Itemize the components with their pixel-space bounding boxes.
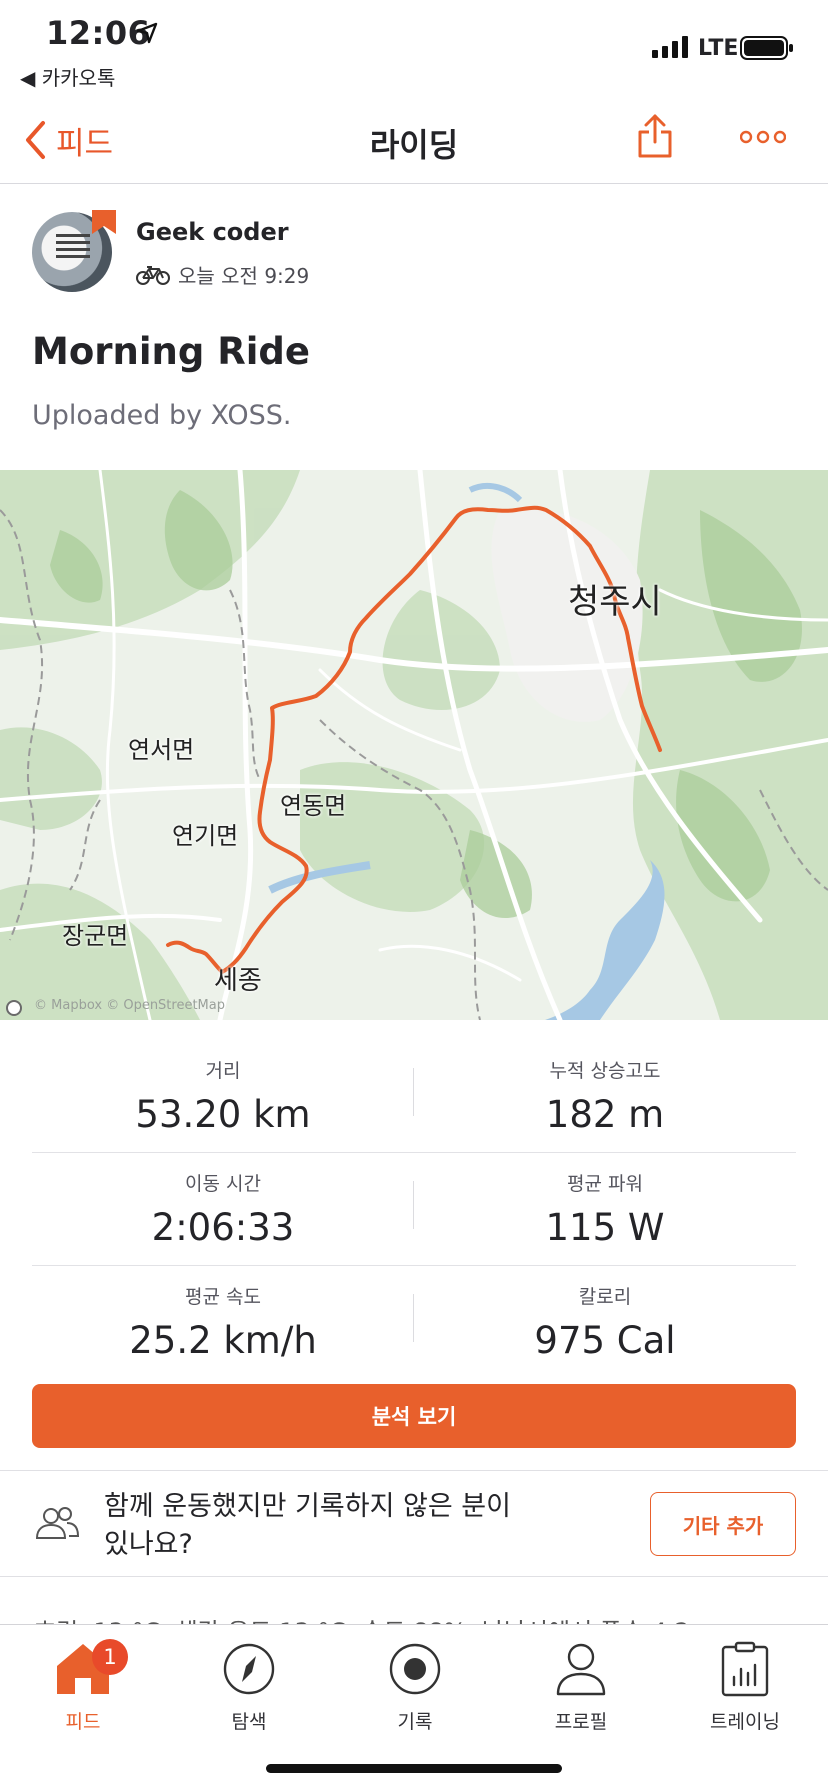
nav-bar: 피드 라이딩 (0, 100, 828, 184)
record-icon (389, 1643, 441, 1695)
map-label-sejong: 세종 (214, 966, 262, 996)
location-arrow-icon (136, 22, 158, 44)
map-label-cheongju: 청주시 (568, 582, 662, 622)
people-icon (35, 1507, 80, 1539)
tab-label: 탐색 (231, 1711, 267, 1733)
training-icon (721, 1641, 769, 1697)
stat-label: 평균 속도 (185, 1286, 261, 1308)
bicycle-icon (136, 265, 170, 285)
analyze-button[interactable]: 분석 보기 (32, 1384, 796, 1448)
activity-meta: 오늘 오전 9:29 (136, 260, 309, 289)
more-options-icon[interactable] (740, 130, 786, 144)
map-label-yeongi: 연기면 (172, 822, 239, 850)
home-indicator[interactable] (266, 1764, 562, 1773)
map-label-janggun: 장군면 (62, 922, 129, 950)
section-divider (0, 1576, 828, 1577)
stat-label: 평균 파워 (567, 1173, 643, 1195)
stat-row: 이동 시간 2:06:33 평균 파워 115 W (32, 1153, 796, 1266)
status-bar: 12:06 ◀ 카카오톡 LTE (0, 0, 828, 100)
activity-description: Uploaded by XOSS. (32, 400, 292, 431)
stat-average-power: 평균 파워 115 W (414, 1169, 796, 1249)
add-others-button[interactable]: 기타 추가 (650, 1492, 796, 1556)
section-divider (0, 1470, 828, 1471)
stat-label: 칼로리 (578, 1286, 632, 1308)
stat-elevation-gain: 누적 상승고도 182 m (414, 1056, 796, 1136)
battery-icon (740, 36, 793, 60)
stat-average-speed: 평균 속도 25.2 km/h (32, 1282, 414, 1362)
activity-title: Morning Ride (32, 330, 310, 373)
stat-value: 53.20 km (135, 1093, 311, 1136)
avatar-image-detail (56, 234, 90, 270)
stat-label: 누적 상승고도 (549, 1060, 661, 1082)
tab-training[interactable]: 트레이닝 (662, 1635, 828, 1734)
tab-feed[interactable]: 1 피드 (0, 1635, 166, 1734)
stat-moving-time: 이동 시간 2:06:33 (32, 1169, 414, 1249)
add-others-section: 함께 운동했지만 기록하지 않은 분이 있나요? 기타 추가 (0, 1472, 828, 1576)
stat-row: 평균 속도 25.2 km/h 칼로리 975 Cal (32, 1266, 796, 1379)
stat-distance: 거리 53.20 km (32, 1056, 414, 1136)
share-icon[interactable] (636, 112, 674, 160)
map-label-yeondong: 연동면 (280, 792, 347, 820)
activity-timestamp: 오늘 오전 9:29 (178, 264, 310, 288)
network-type: LTE (698, 36, 739, 61)
compass-icon (223, 1643, 275, 1695)
stat-value: 2:06:33 (151, 1206, 295, 1249)
map-label-yeonseo: 연서면 (128, 736, 195, 764)
athlete-header[interactable]: Geek coder 오늘 오전 9:29 (32, 210, 812, 302)
tab-explore[interactable]: 탐색 (166, 1635, 332, 1734)
back-to-app[interactable]: ◀ 카카오톡 (20, 62, 115, 91)
stat-value: 115 W (545, 1206, 665, 1249)
tab-label: 피드 (65, 1711, 101, 1733)
tab-label: 프로필 (554, 1711, 608, 1733)
tab-record[interactable]: 기록 (332, 1635, 498, 1734)
tab-label: 트레이닝 (710, 1711, 780, 1733)
stat-calories: 칼로리 975 Cal (414, 1282, 796, 1362)
notification-badge: 1 (92, 1639, 128, 1675)
add-others-prompt: 함께 운동했지만 기록하지 않은 분이 있나요? (104, 1491, 511, 1560)
stat-value: 182 m (545, 1093, 665, 1136)
tab-profile[interactable]: 프로필 (498, 1635, 664, 1734)
status-time: 12:06 (46, 14, 151, 52)
athlete-name[interactable]: Geek coder (136, 218, 289, 246)
map-attribution: © Mapbox © OpenStreetMap (34, 998, 225, 1013)
subscriber-badge-icon (92, 210, 116, 234)
profile-icon (556, 1643, 606, 1696)
stats-grid: 거리 53.20 km 누적 상승고도 182 m 이동 시간 2:06:33 … (32, 1040, 796, 1379)
stat-label: 거리 (205, 1060, 241, 1082)
stat-label: 이동 시간 (185, 1173, 261, 1195)
route-map[interactable]: 청주시 연서면 연동면 연기면 장군면 세종 © Mapbox © OpenSt… (0, 470, 828, 1020)
signal-icon (652, 36, 688, 58)
stat-value: 25.2 km/h (129, 1319, 317, 1362)
tab-label: 기록 (397, 1711, 433, 1733)
stat-value: 975 Cal (534, 1319, 676, 1362)
stat-row: 거리 53.20 km 누적 상승고도 182 m (32, 1040, 796, 1153)
map-info-icon[interactable] (6, 1000, 22, 1016)
page-title: 라이딩 (369, 126, 459, 164)
